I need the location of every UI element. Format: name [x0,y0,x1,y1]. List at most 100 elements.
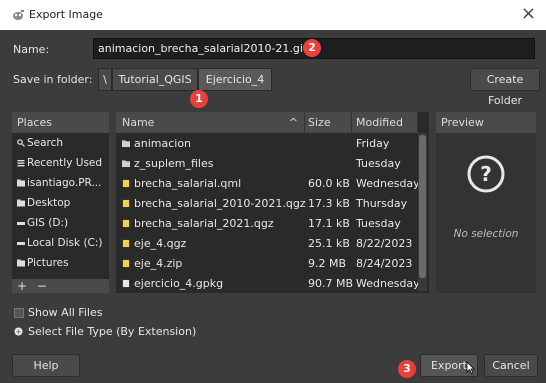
file-modified-cell: Wednesday [356,177,420,190]
select-file-type-expander[interactable]: Select File Type (By Extension) [28,325,196,338]
file-modified-cell: Wednesday [356,277,420,290]
file-row[interactable]: brecha_salarial_2021.qgz 17.1 kB Tuesday [116,214,419,234]
place-label: Pictures [27,257,69,269]
folder-icon [17,199,25,207]
recent-icon [17,160,25,167]
expander-icon[interactable]: + [14,327,23,336]
file-row[interactable]: brecha_salarial.qml 60.0 kB Wednesday [116,174,420,194]
name-label: Name: [13,43,50,56]
remove-place-button[interactable]: − [37,279,47,293]
file-name-label: brecha_salarial_2021.qgz [134,217,274,230]
file-name-label: animacion [134,137,192,150]
place-desktop[interactable]: Desktop [12,193,109,213]
place-recently-used[interactable]: Recently Used [12,153,109,173]
place-pictures[interactable]: Pictures [12,253,109,273]
file-icon [122,279,130,288]
cancel-button[interactable]: Cancel [484,354,538,377]
create-folder-button[interactable]: Create Folder [470,68,540,107]
file-size-cell: 17.1 kB [308,217,350,230]
drive-icon [17,222,25,225]
file-row[interactable]: ejercicio_4.gpkg 90.7 MB Wednesday [116,274,420,294]
show-all-files-checkbox[interactable] [14,308,24,318]
column-header-name[interactable]: Name ^ [116,112,305,133]
file-name-cell: ejercicio_4.gpkg [122,274,223,294]
file-icon [122,239,130,248]
export-image-dialog: Export Image × Name: animacion_brecha_sa… [0,0,546,383]
scrollbar-thumb[interactable] [419,135,426,278]
places-panel: Places Search Recently Used isantiago.PR… [12,112,109,280]
folder-icon [122,160,130,168]
close-icon[interactable]: × [521,4,536,24]
file-list-scrollbar[interactable] [418,133,427,291]
search-icon [17,139,25,147]
title-bar: Export Image × [0,0,546,30]
file-size-cell: 9.2 MB [308,257,347,270]
save-in-folder-label: Save in folder: [13,73,93,86]
place-local-disk[interactable]: Local Disk (C:) [12,233,109,253]
file-modified-cell: 8/24/2023 [356,257,413,270]
place-isantiago[interactable]: isantiago.PR... [12,173,109,193]
file-list: Name ^ Size Modified animacion Friday z_su… [116,112,429,293]
place-gis-drive[interactable]: GIS (D:) [12,213,109,233]
file-modified-cell: Friday [356,137,390,150]
add-place-button[interactable]: + [17,279,27,293]
annotation-badge-1: 1 [190,90,208,108]
file-size-cell: 60.0 kB [308,177,350,190]
file-name-label: ejercicio_4.gpkg [134,277,224,290]
file-size-cell: 90.7 MB [308,277,354,290]
file-icon [122,259,130,268]
file-row[interactable]: z_suplem_files Tuesday [116,154,419,174]
file-row[interactable]: brecha_salarial_2010-2021.qgz 17.3 kB Thur… [116,194,419,214]
file-modified-cell: Tuesday [356,217,401,230]
sort-asc-icon: ^ [288,116,298,129]
place-label: Local Disk (C:) [27,237,103,249]
mouse-cursor-icon [466,361,475,374]
file-modified-cell: Thursday [356,197,408,210]
path-root-button[interactable]: \ [98,68,112,91]
show-all-files-label: Show All Files [28,306,103,319]
place-label: Desktop [27,197,71,209]
file-row[interactable]: eje_4.qgz 25.1 kB 8/22/2023 [116,234,419,254]
place-search[interactable]: Search [12,133,109,153]
file-name-label: eje_4.qgz [134,237,187,250]
file-row[interactable]: eje_4.zip 9.2 MB 8/24/2023 [116,254,419,274]
column-name-label: Name [122,116,155,129]
folder-icon [17,259,25,267]
file-name-cell: brecha_salarial_2021.qgz [122,214,274,234]
column-header-size[interactable]: Size [305,112,352,133]
preview-message: No selection [453,228,519,240]
place-label: isantiago.PR... [27,177,102,189]
places-footer: + − [12,279,109,293]
file-name-cell: animacion [122,134,191,154]
file-name-cell: eje_4.qgz [122,234,186,254]
drive-icon [17,242,25,245]
path-crumb-ejercicio-4[interactable]: Ejercicio_4 [198,68,272,91]
file-size-cell: 25.1 kB [308,237,350,250]
file-icon [122,179,130,188]
preview-header: Preview [436,112,536,133]
annotation-badge-3: 3 [398,360,416,378]
file-icon [122,199,130,208]
file-modified-cell: Tuesday [356,157,401,170]
window-title: Export Image [29,8,103,21]
column-header-modified[interactable]: Modified [352,112,418,133]
file-name-cell: z_suplem_files [122,154,213,174]
filename-value: animacion_brecha_salarial2010-21.gif [98,42,307,55]
svg-text:+: + [16,328,22,336]
file-size-cell: 17.3 kB [308,197,350,210]
path-crumb-tutorial-qgis[interactable]: Tutorial_QGIS [112,68,198,91]
place-label: Recently Used [27,157,103,169]
file-name-label: eje_4.zip [134,257,183,270]
file-name-cell: brecha_salarial.qml [122,174,241,194]
help-button[interactable]: Help [12,354,80,377]
folder-icon [17,179,25,187]
preview-icon-glyph: ? [480,162,492,186]
folder-icon [122,140,130,148]
file-row[interactable]: animacion Friday [116,134,419,154]
file-name-cell: brecha_salarial_2010-2021.qgz [122,194,306,214]
file-name-cell: eje_4.zip [122,254,182,274]
place-label: Search [27,137,64,149]
annotation-badge-2: 2 [303,39,321,57]
file-name-label: brecha_salarial.qml [134,177,242,190]
file-icon [122,219,130,228]
